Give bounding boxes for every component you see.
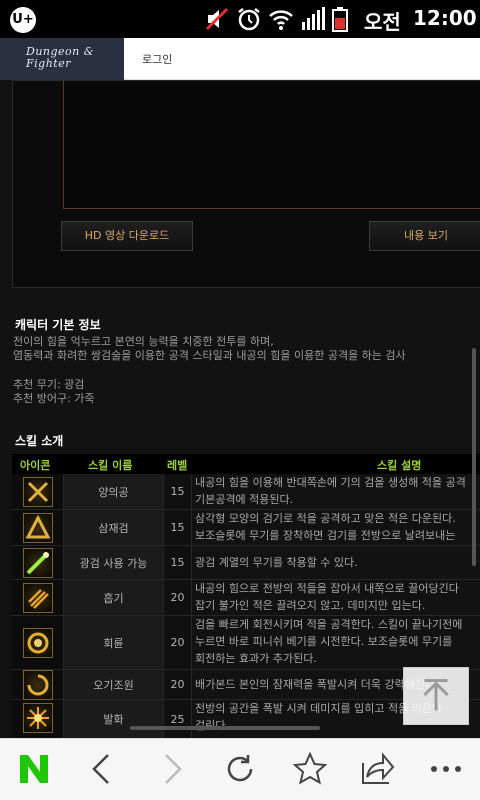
table-row: 회륜 20 검을 빠르게 회전시키며 적을 공격한다. 스킬이 끝나기전에 누르… [12,616,480,670]
bookmark-star-icon[interactable] [288,749,332,789]
skill-name: 양의공 [64,474,164,509]
skill-level: 20 [164,670,192,699]
triangle-blade-icon [23,513,53,543]
spin-ring-icon [23,628,53,658]
clock-time: 12:00 [413,6,477,30]
skill-desc-line: 삼각형 모양의 검기로 적을 공격하고 맞은 적은 다운된다. [195,512,456,525]
skill-level: 20 [164,616,192,669]
cross-slash-icon [23,477,53,507]
recommended-armor: 추천 방어구: 가죽 [13,392,95,405]
table-row: 광검 사용 가능 15 광검 계열의 무기를 착용할 수 있다. [12,546,480,580]
forward-icon[interactable] [150,749,194,789]
skill-level: 15 [164,546,192,579]
battery-icon [332,6,348,32]
skill-level: 15 [164,474,192,509]
header-level: 레벨 [167,459,188,472]
swirl-icon [23,670,53,700]
grab-hand-icon [23,583,53,613]
site-header: Dungeon & Fighter 로그인 [0,38,480,80]
clock-ampm: 오전 [364,10,401,34]
light-sword-icon [23,548,53,578]
skill-desc-line: 누르면 바로 피니쉬 베기를 시전한다. 보조슬롯에 무기를 [195,635,453,648]
skill-name: 발화 [64,700,164,738]
skill-name: 삼재검 [64,510,164,545]
skill-desc-line: 기본공격에 적용된다. [195,493,294,506]
more-icon[interactable] [424,749,468,789]
skill-desc: 내공의 힘으로 전방의 적들을 잡아서 내쪽으로 끌어당긴다 잡기 불가인 적은… [195,580,480,615]
wifi-icon [268,6,294,32]
browser-toolbar [0,738,480,800]
login-link[interactable]: 로그인 [142,51,172,67]
skills-title: 스킬 소개 [15,434,64,448]
skill-desc-line: 회전하는 효과가 추가된다. [195,652,317,665]
horizontal-scrollbar[interactable] [130,726,320,730]
logo-text: Dungeon & Fighter [26,45,95,70]
video-player[interactable] [63,81,480,209]
naver-icon[interactable] [12,749,56,789]
skill-name: 광검 사용 가능 [64,546,164,579]
table-row: 양의공 15 내공의 힘을 이용해 반대쪽손에 기의 검을 생성해 적을 공격 … [12,474,480,510]
skill-level: 25 [164,700,192,738]
skill-level: 20 [164,580,192,615]
skill-desc: 내공의 힘을 이용해 반대쪽손에 기의 검을 생성해 적을 공격 기본공격에 적… [195,474,480,509]
header-name: 스킬 이름 [88,459,133,472]
skill-desc-line: 내공의 힘으로 전방의 적들을 잡아서 내쪽으로 끌어당긴다 [195,582,459,595]
share-icon[interactable] [355,749,399,789]
table-row: 삼재검 15 삼각형 모양의 검기로 적을 공격하고 맞은 적은 다운된다. 보… [12,510,480,546]
skills-table-header: 아이콘 스킬 이름 레벨 스킬 설명 [12,454,480,474]
page-content: HD 영상 다운로드 내용 보기 캐릭터 기본 정보 전이의 힘을 억누르고 본… [0,80,480,738]
mute-icon [204,6,230,32]
skill-desc: 검을 빠르게 회전시키며 적을 공격한다. 스킬이 끝나기전에 누르면 바로 피… [195,616,480,669]
character-desc-line: 염동력과 화려한 쌍검술을 이용한 공격 스타일과 내공의 힘을 이용한 공격을… [13,349,406,362]
back-icon[interactable] [80,749,124,789]
skill-desc-line: 잡기 불가인 적은 끌려오지 않고, 데미지만 입는다. [195,599,426,612]
carrier-logo: U+ [10,7,36,33]
signal-icon [300,6,326,32]
skill-name: 회륜 [64,616,164,669]
header-desc: 스킬 설명 [377,459,422,472]
dnf-logo[interactable]: Dungeon & Fighter [0,38,124,80]
skill-desc-line: 광검 계열의 무기를 착용할 수 있다. [195,556,358,569]
arrow-up-icon [423,679,449,711]
refresh-icon[interactable] [218,749,262,789]
video-panel: HD 영상 다운로드 내용 보기 [12,80,480,288]
skill-desc: 삼각형 모양의 검기로 적을 공격하고 맞은 적은 다운된다. 보조슬롯에 무기… [195,510,480,545]
skill-desc-line: 내공의 힘을 이용해 반대쪽손에 기의 검을 생성해 적을 공격 [195,476,466,489]
skill-name: 흡기 [64,580,164,615]
vertical-scrollbar[interactable] [472,348,476,566]
header-icon: 아이콘 [20,459,51,472]
view-content-button[interactable]: 내용 보기 [369,221,480,251]
scroll-to-top-button[interactable] [403,667,469,725]
screen: { "status_bar": { "carrier": "U+", "ampm… [0,0,480,800]
skill-desc: 광검 계열의 무기를 착용할 수 있다. [195,546,480,579]
character-info-title: 캐릭터 기본 정보 [15,318,101,332]
burst-icon [23,703,53,733]
status-bar: U+ 오전 12:00 [0,0,480,38]
alarm-icon [236,6,262,32]
hd-download-button[interactable]: HD 영상 다운로드 [61,221,193,251]
table-row: 흡기 20 내공의 힘으로 전방의 적들을 잡아서 내쪽으로 끌어당긴다 잡기 … [12,580,480,616]
skill-level: 15 [164,510,192,545]
skill-name: 오기조원 [64,670,164,699]
skill-desc-line: 검을 빠르게 회전시키며 적을 공격한다. 스킬이 끝나기전에 [195,618,463,631]
skill-desc-line: 보조슬롯에 무기를 장착하면 검기를 전방으로 날려보내는 [195,529,456,542]
